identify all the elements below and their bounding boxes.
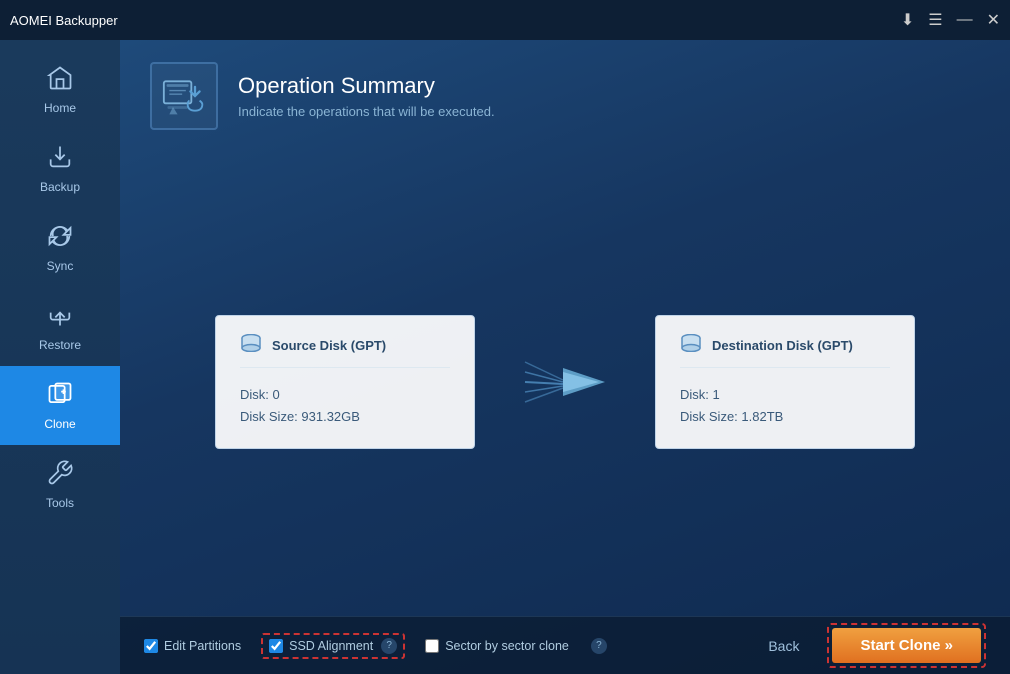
source-disk-title: Source Disk (GPT) — [272, 338, 386, 353]
header-text: Operation Summary Indicate the operation… — [238, 73, 495, 119]
backup-icon — [46, 143, 74, 176]
clone-diagram-area: Source Disk (GPT) Disk: 0 Disk Size: 931… — [120, 148, 1010, 616]
sector-by-sector-checkbox[interactable]: Sector by sector clone — [425, 639, 569, 653]
source-disk-header: Source Disk (GPT) — [240, 334, 450, 368]
destination-disk-number: Disk: 1 — [680, 384, 890, 406]
sector-by-sector-input[interactable] — [425, 639, 439, 653]
sidebar-label-sync: Sync — [47, 259, 74, 273]
ssd-alignment-help-icon[interactable]: ? — [381, 638, 397, 654]
edit-partitions-input[interactable] — [144, 639, 158, 653]
app-body: Home Backup Sync — [0, 40, 1010, 674]
sidebar-item-backup[interactable]: Backup — [0, 129, 120, 208]
sync-icon — [46, 222, 74, 255]
arrow-svg — [515, 342, 615, 422]
download-icon[interactable]: ⬇ — [901, 10, 914, 30]
content-header: Operation Summary Indicate the operation… — [120, 40, 1010, 148]
sector-by-sector-help-icon[interactable]: ? — [591, 638, 607, 654]
tools-icon — [46, 459, 74, 492]
start-clone-button[interactable]: Start Clone » — [832, 628, 981, 663]
start-clone-wrapper: Start Clone » — [827, 623, 986, 668]
sidebar-label-clone: Clone — [44, 417, 75, 431]
source-disk-number: Disk: 0 — [240, 384, 450, 406]
page-title: Operation Summary — [238, 73, 495, 99]
sidebar-item-restore[interactable]: Restore — [0, 287, 120, 366]
edit-partitions-label: Edit Partitions — [164, 639, 241, 653]
ssd-alignment-input[interactable] — [269, 639, 283, 653]
app-title: AOMEI Backupper — [10, 13, 118, 28]
sidebar-item-home[interactable]: Home — [0, 50, 120, 129]
destination-disk-size: Disk Size: 1.82TB — [680, 406, 890, 428]
start-clone-label: Start Clone » — [860, 637, 953, 654]
content-area: Operation Summary Indicate the operation… — [120, 40, 1010, 674]
sidebar-label-tools: Tools — [46, 496, 74, 510]
clone-diagram: Source Disk (GPT) Disk: 0 Disk Size: 931… — [215, 315, 915, 449]
minimize-icon[interactable]: — — [957, 11, 973, 29]
operation-summary-icon — [162, 74, 206, 118]
window-controls: ⬇ ☰ — ✕ — [901, 10, 1000, 30]
sidebar-label-home: Home — [44, 101, 76, 115]
destination-disk-title: Destination Disk (GPT) — [712, 338, 853, 353]
header-icon-box — [150, 62, 218, 130]
menu-icon[interactable]: ☰ — [928, 10, 942, 30]
titlebar: AOMEI Backupper ⬇ ☰ — ✕ — [0, 0, 1010, 40]
clone-arrow — [475, 342, 655, 422]
source-disk-box: Source Disk (GPT) Disk: 0 Disk Size: 931… — [215, 315, 475, 449]
footer-right: Back Start Clone » — [756, 623, 986, 668]
restore-icon — [46, 301, 74, 334]
ssd-alignment-highlight: SSD Alignment ? — [261, 633, 405, 659]
content-footer: Edit Partitions SSD Alignment ? Sector b… — [120, 616, 1010, 674]
sidebar-item-clone[interactable]: Clone — [0, 366, 120, 445]
clone-icon — [46, 380, 74, 413]
sidebar-item-tools[interactable]: Tools — [0, 445, 120, 524]
close-icon[interactable]: ✕ — [987, 10, 1000, 30]
destination-disk-box: Destination Disk (GPT) Disk: 1 Disk Size… — [655, 315, 915, 449]
ssd-alignment-checkbox[interactable]: SSD Alignment — [269, 639, 373, 653]
ssd-alignment-label: SSD Alignment — [289, 639, 373, 653]
home-icon — [46, 64, 74, 97]
source-disk-info: Disk: 0 Disk Size: 931.32GB — [240, 384, 450, 428]
page-subtitle: Indicate the operations that will be exe… — [238, 104, 495, 119]
source-disk-size: Disk Size: 931.32GB — [240, 406, 450, 428]
sidebar-item-sync[interactable]: Sync — [0, 208, 120, 287]
destination-disk-icon — [680, 334, 702, 357]
sector-by-sector-label: Sector by sector clone — [445, 639, 569, 653]
sidebar: Home Backup Sync — [0, 40, 120, 674]
source-disk-icon — [240, 334, 262, 357]
sidebar-label-backup: Backup — [40, 180, 80, 194]
footer-left: Edit Partitions SSD Alignment ? Sector b… — [144, 633, 607, 659]
destination-disk-header: Destination Disk (GPT) — [680, 334, 890, 368]
destination-disk-info: Disk: 1 Disk Size: 1.82TB — [680, 384, 890, 428]
sidebar-label-restore: Restore — [39, 338, 81, 352]
edit-partitions-checkbox[interactable]: Edit Partitions — [144, 639, 241, 653]
back-button[interactable]: Back — [756, 632, 811, 660]
